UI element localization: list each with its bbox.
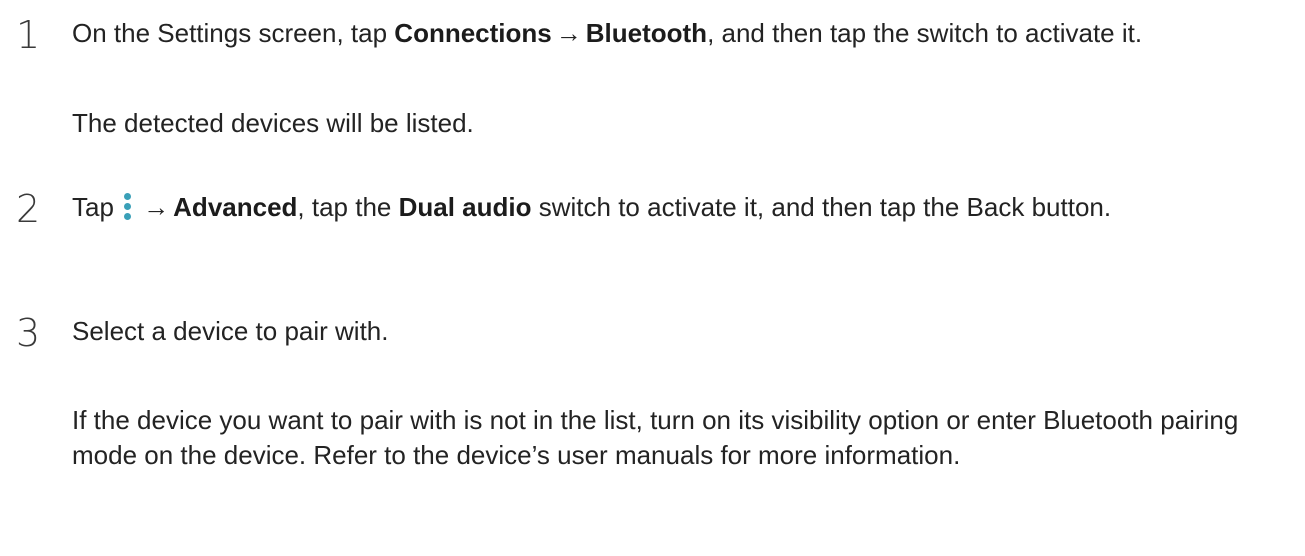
menu-path-bluetooth: Bluetooth <box>585 18 708 48</box>
step-number: 1 <box>16 13 41 57</box>
setting-dual-audio: Dual audio <box>398 192 532 222</box>
menu-path-advanced: Advanced <box>173 192 298 222</box>
instruction-text: , tap the <box>297 192 399 222</box>
arrow: → <box>555 18 582 48</box>
step-note: The detected devices will be listed. <box>72 108 474 138</box>
menu-path-connections: Connections <box>394 18 552 48</box>
step-note: If the device you want to pair with is n… <box>72 405 1239 470</box>
instruction-text: switch to activate it, and then tap the … <box>531 192 1112 222</box>
instruction-text: , and then tap the switch to activate it… <box>707 18 1143 48</box>
more-options-icon <box>123 191 133 221</box>
arrow: → <box>143 192 170 222</box>
step-number: 2 <box>16 187 41 231</box>
instruction-text: Tap <box>72 192 122 222</box>
step-instruction: On the Settings screen, tap Connections →… <box>72 16 1297 51</box>
step-instruction: Tap → Advanced, tap the Dual audio switch… <box>72 190 1297 225</box>
instruction-text: On the Settings screen, tap <box>72 18 395 48</box>
step-number: 3 <box>16 311 41 355</box>
step-instruction: Select a device to pair with. <box>72 316 389 346</box>
